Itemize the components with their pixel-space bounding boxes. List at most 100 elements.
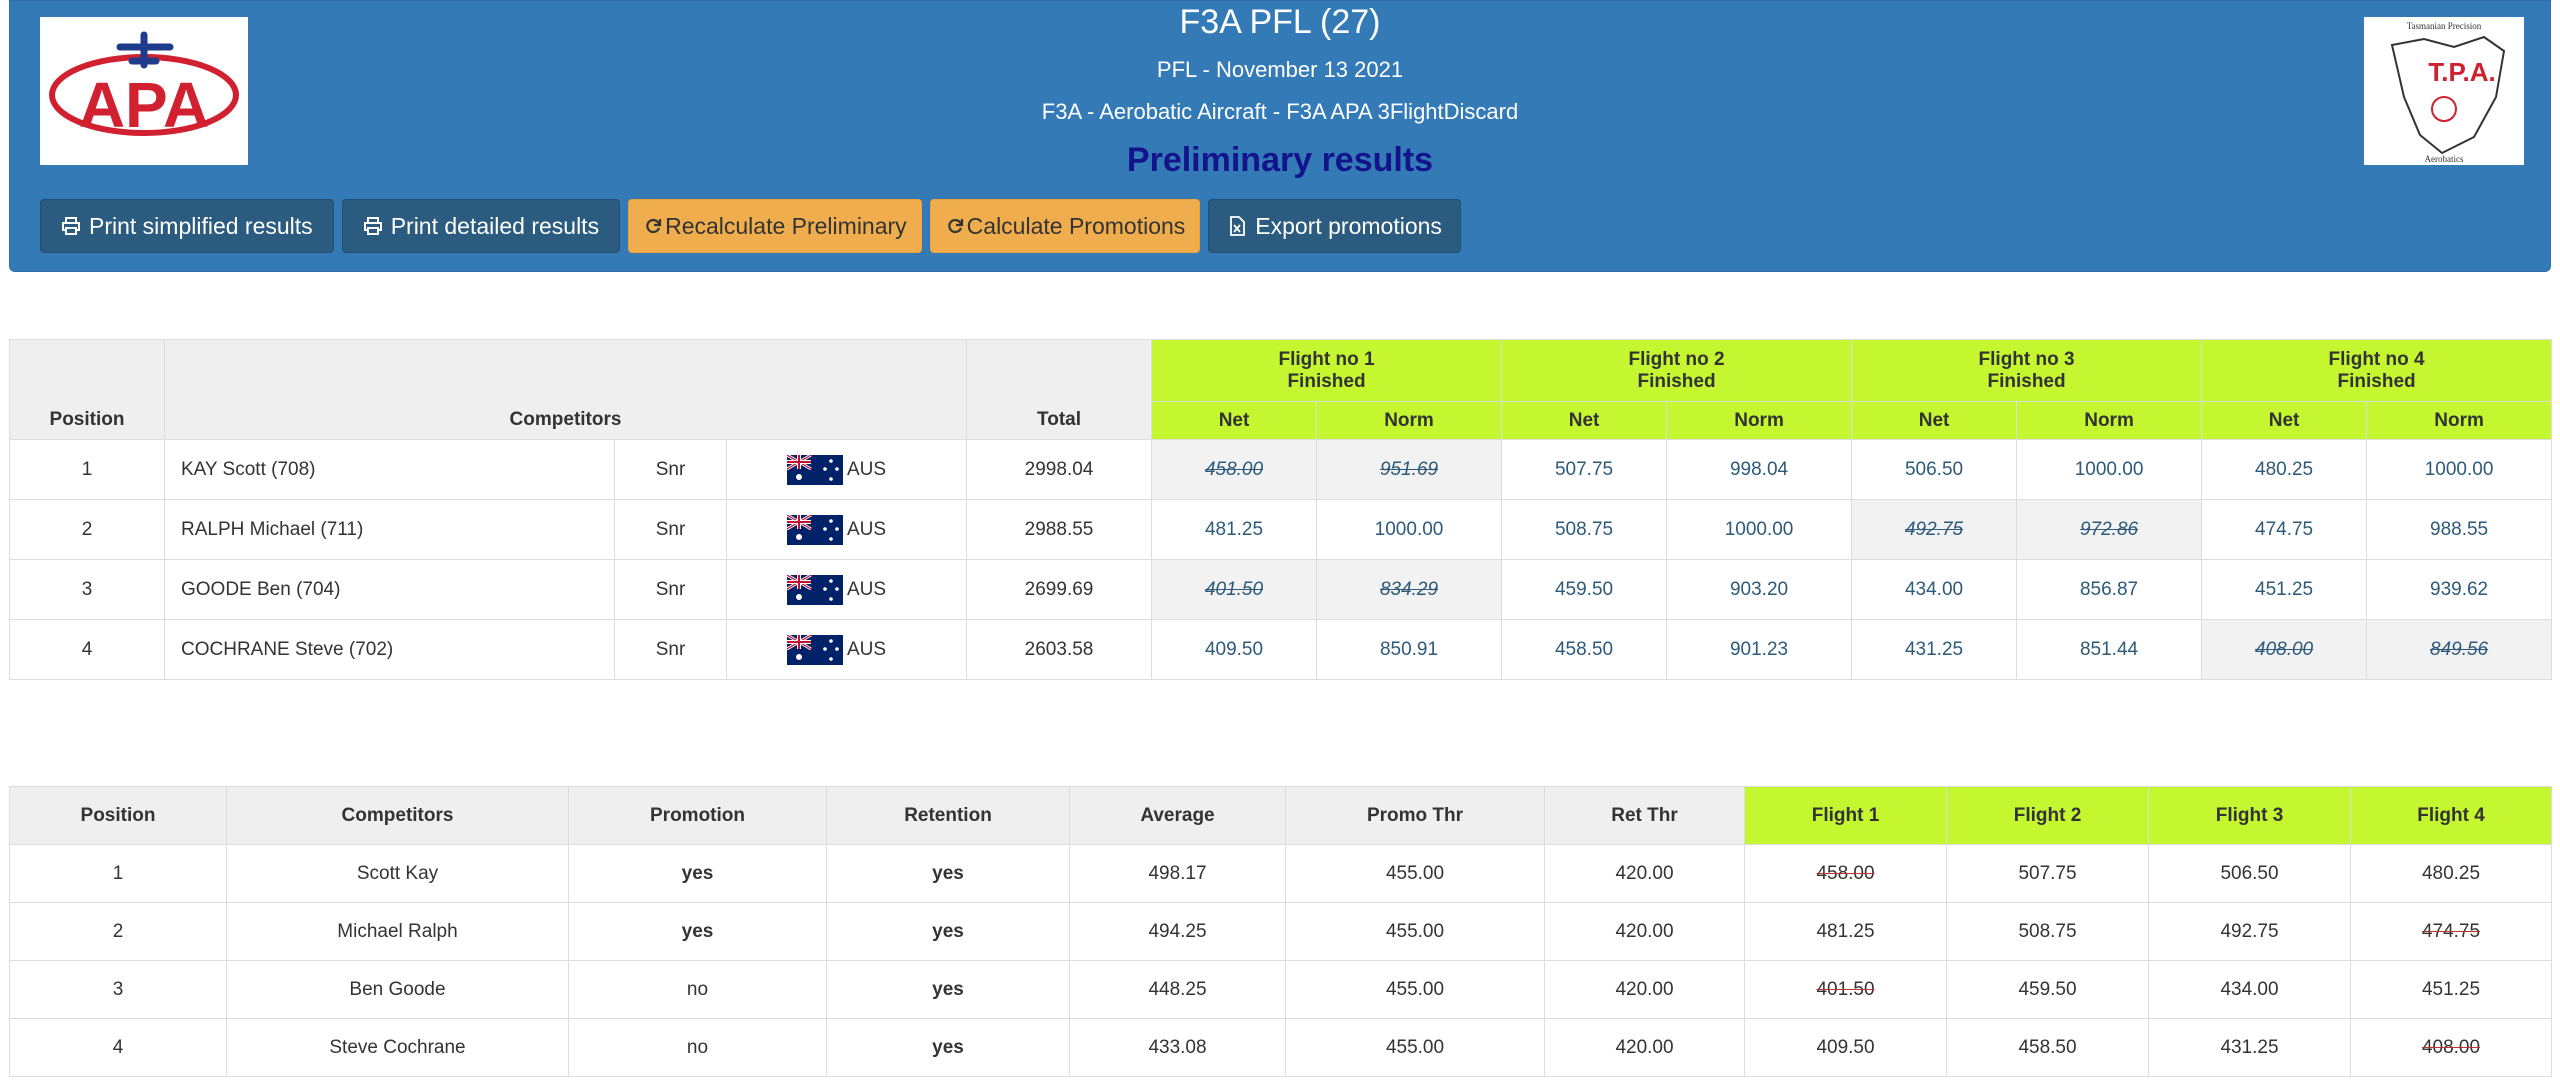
net-score: 480.25 — [2201, 439, 2368, 500]
competitors-header: Competitors — [163, 339, 968, 440]
flight-score: 459.50 — [1946, 960, 2149, 1019]
results-table: Position Competitors Total Flight no 1 Fi… — [9, 339, 2553, 680]
retention-cell: yes — [826, 1018, 1070, 1077]
results-row: 1 KAY Scott (708) Snr AUS 2998.04 458.00 951.6… — [9, 439, 2553, 500]
norm-score: 851.44 — [2016, 619, 2203, 680]
norm-score: 998.04 — [1666, 439, 1853, 500]
ret-threshold-cell: 420.00 — [1544, 960, 1745, 1019]
net-score: 409.50 — [1151, 619, 1318, 680]
net-score: 474.75 — [2201, 499, 2368, 560]
flight-score: 431.25 — [2148, 1018, 2351, 1077]
total-cell: 2988.55 — [966, 499, 1153, 560]
ret-threshold-cell: 420.00 — [1544, 902, 1745, 961]
flight-1-header: Flight 1 — [1744, 786, 1947, 845]
norm-header: Norm — [1316, 401, 1503, 440]
class-description: F3A - Aerobatic Aircraft - F3A APA 3Flig… — [1041, 99, 1519, 124]
norm-score: 939.62 — [2366, 559, 2553, 620]
average-cell: 498.17 — [1069, 844, 1286, 903]
position-header: Position — [9, 786, 227, 845]
flight-2-header: Flight 2 — [1946, 786, 2149, 845]
print-detailed-button[interactable]: Print detailed results — [341, 199, 621, 253]
results-row: 4 COCHRANE Steve (702) Snr AUS 2603.58 409.50… — [9, 619, 2553, 680]
net-header: Net — [1151, 401, 1318, 440]
norm-score: 988.55 — [2366, 499, 2553, 560]
flight-score: 458.00 — [1744, 844, 1947, 903]
position-cell: 1 — [9, 439, 165, 500]
flight-score: 492.75 — [2148, 902, 2351, 961]
calculate-promotions-label: Calculate Promotions — [966, 212, 1186, 239]
results-row: 3 GOODE Ben (704) Snr AUS 2699.69 401.50 834.2… — [9, 559, 2553, 620]
competitor-name: Steve Cochrane — [226, 1018, 569, 1077]
flight-2-header: Flight no 2 Finished — [1501, 339, 1853, 402]
recalculate-preliminary-button[interactable]: Recalculate Preliminary — [628, 199, 922, 253]
country-cell: AUS — [725, 439, 968, 500]
flight-3-header: Flight 3 — [2148, 786, 2351, 845]
class-cell: Snr — [614, 619, 727, 680]
australia-flag-icon — [787, 514, 843, 545]
norm-score: 1000.00 — [1666, 499, 1853, 560]
australia-flag-icon — [787, 574, 843, 605]
average-cell: 433.08 — [1069, 1018, 1286, 1077]
country-cell: AUS — [725, 559, 968, 620]
flight-score: 408.00 — [2350, 1018, 2552, 1077]
promotion-header: Promotion — [568, 786, 827, 845]
net-score: 459.50 — [1501, 559, 1668, 620]
flight-3-header: Flight no 3 Finished — [1851, 339, 2203, 402]
country-code: AUS — [847, 458, 887, 480]
flight-score: 481.25 — [1744, 902, 1947, 961]
toolbar: Print simplified results Print detailed … — [40, 199, 1461, 253]
recalculate-label: Recalculate Preliminary — [665, 212, 907, 239]
flight-score: 409.50 — [1744, 1018, 1947, 1077]
ret-threshold-cell: 420.00 — [1544, 844, 1745, 903]
norm-score: 972.86 — [2016, 499, 2203, 560]
retention-cell: yes — [826, 902, 1070, 961]
norm-score: 951.69 — [1316, 439, 1503, 500]
net-score: 506.50 — [1851, 439, 2018, 500]
norm-score: 850.91 — [1316, 619, 1503, 680]
country-cell: AUS — [725, 619, 968, 680]
norm-score: 1000.00 — [1316, 499, 1503, 560]
calculate-promotions-button[interactable]: Calculate Promotions — [929, 199, 1201, 253]
promo-threshold-cell: 455.00 — [1285, 960, 1545, 1019]
promotion-row: 1 Scott Kay yes yes 498.17 455.00 420.00 458.00… — [9, 844, 2552, 903]
country-code: AUS — [847, 518, 887, 540]
class-cell: Snr — [614, 499, 727, 560]
competition-title: F3A PFL (27) — [1179, 3, 1381, 41]
australia-flag-icon — [787, 454, 843, 485]
country-code: AUS — [847, 578, 887, 600]
print-simplified-label: Print simplified results — [89, 212, 313, 239]
refresh-icon — [947, 218, 963, 234]
print-detailed-label: Print detailed results — [390, 212, 600, 239]
net-score: 508.75 — [1501, 499, 1668, 560]
position-cell: 1 — [9, 844, 227, 903]
net-score: 481.25 — [1151, 499, 1318, 560]
net-score: 434.00 — [1851, 559, 2018, 620]
flight-4-header: Flight no 4 Finished — [2201, 339, 2553, 402]
export-promotions-button[interactable]: Export promotions — [1208, 199, 1461, 253]
position-cell: 3 — [9, 559, 165, 620]
position-cell: 4 — [9, 619, 165, 680]
promo-threshold-cell: 455.00 — [1285, 1018, 1545, 1077]
country-code: AUS — [847, 638, 887, 660]
net-header: Net — [1501, 401, 1668, 440]
promo-threshold-header: Promo Thr — [1285, 786, 1545, 845]
results-row: 2 RALPH Michael (711) Snr AUS 2988.55 481.25 1… — [9, 499, 2553, 560]
net-score: 507.75 — [1501, 439, 1668, 500]
print-icon — [62, 217, 80, 235]
flight-score: 480.25 — [2350, 844, 2552, 903]
promotion-row: 2 Michael Ralph yes yes 494.25 455.00 420.00 48… — [9, 902, 2552, 961]
norm-header: Norm — [2366, 401, 2553, 440]
print-simplified-button[interactable]: Print simplified results — [40, 199, 334, 253]
promo-threshold-cell: 455.00 — [1285, 844, 1545, 903]
position-cell: 3 — [9, 960, 227, 1019]
flight-4-header: Flight 4 — [2350, 786, 2552, 845]
competitor-name: KAY Scott (708) — [164, 439, 615, 500]
promotions-table: Position Competitors Promotion Retention… — [9, 786, 2552, 1077]
total-header: Total — [966, 339, 1153, 440]
average-cell: 448.25 — [1069, 960, 1286, 1019]
retention-header: Retention — [826, 786, 1070, 845]
flight-score: 507.75 — [1946, 844, 2149, 903]
promotion-cell: no — [568, 960, 827, 1019]
position-cell: 2 — [9, 902, 227, 961]
norm-score: 849.56 — [2366, 619, 2553, 680]
